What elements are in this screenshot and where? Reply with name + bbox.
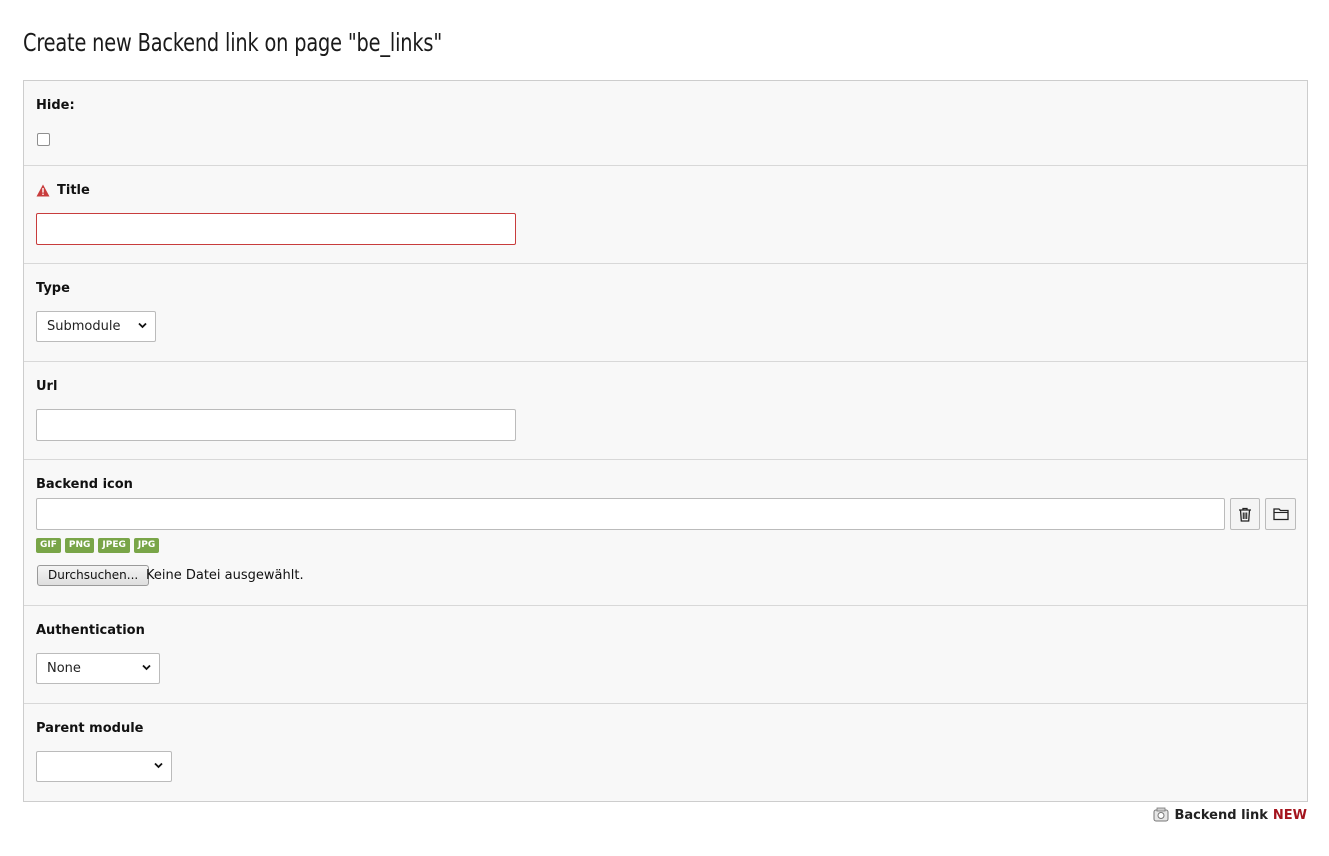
url-label: Url	[36, 379, 58, 394]
file-type-badge: GIF	[36, 538, 61, 553]
allowed-file-types: GIF PNG JPEG JPG	[36, 538, 160, 553]
chevron-down-icon	[138, 322, 147, 329]
record-status: NEW	[1272, 807, 1307, 823]
field-parent-module: Parent module	[24, 704, 1307, 801]
browse-button[interactable]: Durchsuchen...	[37, 565, 150, 586]
record-icon	[1153, 807, 1169, 822]
authentication-select[interactable]: None	[36, 653, 160, 684]
page-title: Create new Backend link on page "be_link…	[23, 28, 443, 57]
hide-label: Hide:	[36, 98, 75, 113]
chevron-down-icon	[142, 664, 151, 671]
field-type: Type Submodule	[24, 264, 1307, 362]
backend-icon-input[interactable]	[36, 498, 1225, 530]
warning-icon	[36, 184, 50, 197]
trash-icon	[1239, 507, 1251, 522]
type-select-value: Submodule	[47, 319, 121, 334]
title-input[interactable]	[36, 213, 516, 245]
record-form: Hide: Title Type Submodule Url Backend i…	[23, 80, 1308, 802]
hide-checkbox[interactable]	[37, 133, 50, 146]
field-authentication: Authentication None	[24, 606, 1307, 704]
title-label: Title	[57, 183, 90, 198]
record-type-label: Backend link	[1174, 807, 1268, 823]
delete-file-button[interactable]	[1230, 498, 1260, 530]
file-status: Keine Datei ausgewählt.	[146, 568, 304, 583]
field-url: Url	[24, 362, 1307, 460]
browse-files-button[interactable]	[1265, 498, 1296, 530]
chevron-down-icon	[154, 762, 163, 769]
record-info: Backend link NEW	[1153, 807, 1307, 823]
file-type-badge: PNG	[64, 538, 95, 553]
authentication-select-value: None	[47, 661, 81, 676]
field-backend-icon: Backend icon GIF PNG JPEG JPG Durchsuche…	[24, 460, 1307, 606]
field-title: Title	[24, 166, 1307, 264]
file-type-badge: JPEG	[98, 538, 130, 553]
authentication-label: Authentication	[36, 623, 145, 638]
type-label: Type	[36, 281, 70, 296]
file-type-badge: JPG	[133, 538, 160, 553]
backend-icon-label: Backend icon	[36, 477, 133, 492]
folder-icon	[1273, 508, 1289, 521]
parent-module-label: Parent module	[36, 721, 144, 736]
parent-module-select[interactable]	[36, 751, 172, 782]
field-hide: Hide:	[24, 81, 1307, 166]
type-select[interactable]: Submodule	[36, 311, 156, 342]
url-input[interactable]	[36, 409, 516, 441]
